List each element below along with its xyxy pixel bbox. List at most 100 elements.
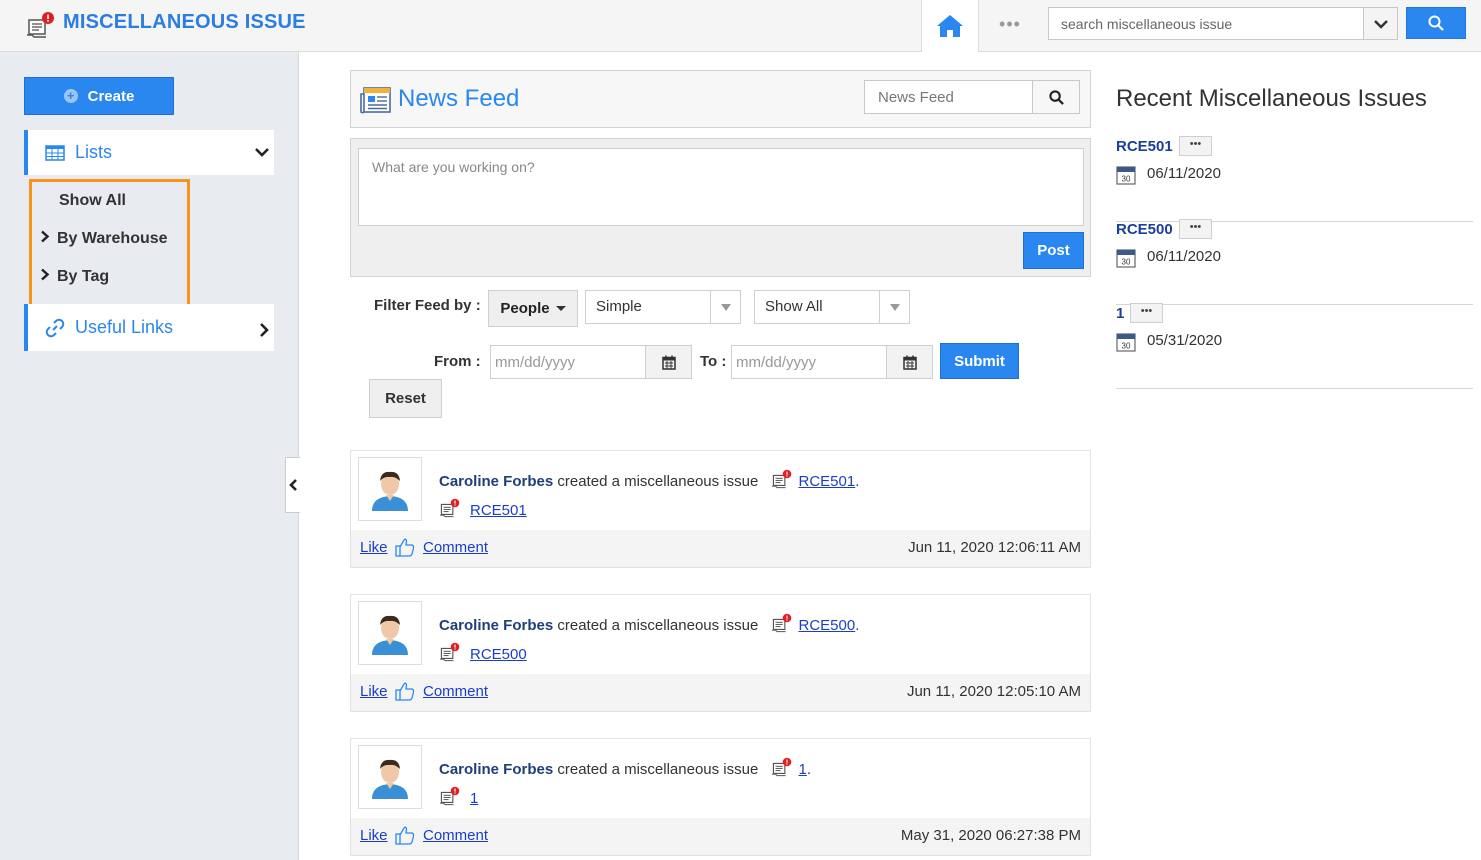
feed-user-name[interactable]: Caroline Forbes xyxy=(439,473,553,490)
submenu-item-show-all[interactable]: Show All xyxy=(59,192,126,210)
feed-attachment-link[interactable]: 1 xyxy=(470,790,478,807)
recent-issue-item: RCE501 ••• 30 06/11/2020 xyxy=(1116,136,1473,222)
comment-link[interactable]: Comment xyxy=(423,683,488,700)
svg-text:30: 30 xyxy=(1122,175,1131,184)
like-link[interactable]: Like xyxy=(360,539,388,556)
news-feed-title: News Feed xyxy=(398,85,520,112)
feed-attachment: 1 xyxy=(439,786,478,810)
recent-issue-link[interactable]: 1 xyxy=(1116,305,1124,322)
submenu-label: By Warehouse xyxy=(57,230,168,247)
chevron-down-icon xyxy=(255,148,269,157)
recent-issue-date: 06/11/2020 xyxy=(1147,248,1221,265)
post-button[interactable]: Post xyxy=(1023,232,1084,269)
recent-issue-link[interactable]: RCE501 xyxy=(1116,138,1173,155)
from-date-picker-button[interactable] xyxy=(645,345,692,379)
miscellaneous-issue-icon xyxy=(26,11,56,39)
comment-link[interactable]: Comment xyxy=(423,539,488,556)
news-feed-search-input[interactable] xyxy=(864,80,1033,114)
submenu-item-by-tag[interactable]: By Tag xyxy=(40,268,109,286)
feed-item: Caroline Forbes created a miscellaneous … xyxy=(350,450,1091,568)
home-button[interactable] xyxy=(921,0,979,52)
to-date-input[interactable] xyxy=(731,345,887,379)
news-feed-header: News Feed xyxy=(350,70,1091,128)
feed-summary: Caroline Forbes created a miscellaneous … xyxy=(439,613,859,637)
chevron-down-icon xyxy=(1373,19,1388,29)
search-input[interactable] xyxy=(1048,7,1364,40)
to-date-picker-button[interactable] xyxy=(886,345,933,379)
feed-show-select[interactable]: Show All xyxy=(754,290,910,324)
feed-attachment-link[interactable]: RCE501 xyxy=(470,502,527,519)
feed-footer: Like Comment Jun 11, 2020 12:06:11 AM xyxy=(351,530,1090,567)
reset-button[interactable]: Reset xyxy=(369,379,442,418)
table-icon xyxy=(45,145,65,166)
avatar xyxy=(358,457,422,521)
feed-issue-link[interactable]: RCE501 xyxy=(799,473,856,490)
collapse-sidebar-button[interactable] xyxy=(285,457,300,513)
feed-issue-link[interactable]: RCE500 xyxy=(799,617,856,634)
top-bar: MISCELLANEOUS ISSUE ••• xyxy=(0,0,1481,52)
from-date-input[interactable] xyxy=(490,345,646,379)
chevron-right-icon xyxy=(260,323,269,337)
recent-issue-item: 1 ••• 30 05/31/2020 xyxy=(1116,303,1473,389)
recent-issue-more-button[interactable]: ••• xyxy=(1179,219,1212,239)
miscellaneous-issue-icon xyxy=(439,786,461,810)
like-link[interactable]: Like xyxy=(360,827,388,844)
dropdown-arrow-icon xyxy=(710,291,740,323)
recent-issue-date: 06/11/2020 xyxy=(1147,165,1221,182)
calendar-icon xyxy=(661,355,676,370)
svg-text:30: 30 xyxy=(1122,342,1131,351)
people-filter-button[interactable]: People xyxy=(488,290,578,327)
feed-timestamp: Jun 11, 2020 12:06:11 AM xyxy=(908,539,1081,556)
avatar xyxy=(358,745,422,809)
recent-issue-link[interactable]: RCE500 xyxy=(1116,221,1173,238)
feed-attachment-link[interactable]: RCE500 xyxy=(470,646,527,663)
search-button[interactable] xyxy=(1406,7,1466,39)
submenu-label: By Tag xyxy=(57,268,110,285)
create-label: Create xyxy=(87,87,135,105)
miscellaneous-issue-icon xyxy=(771,613,793,637)
avatar xyxy=(358,601,422,665)
recent-issue-more-button[interactable]: ••• xyxy=(1130,303,1163,323)
thumbs-up-icon[interactable] xyxy=(395,537,415,557)
sidebar-item-lists[interactable]: Lists xyxy=(24,130,274,175)
create-button[interactable]: + Create xyxy=(24,77,174,115)
chevron-right-icon xyxy=(41,268,50,281)
calendar-icon: 30 xyxy=(1116,333,1136,357)
people-label: People xyxy=(500,300,550,317)
useful-links-label: Useful Links xyxy=(75,317,174,337)
chevron-left-icon xyxy=(289,479,297,491)
feed-user-name[interactable]: Caroline Forbes xyxy=(439,617,553,634)
app-title: MISCELLANEOUS ISSUE xyxy=(63,11,306,33)
feed-footer: Like Comment Jun 11, 2020 12:05:10 AM xyxy=(351,674,1090,711)
post-textarea[interactable] xyxy=(358,148,1084,226)
miscellaneous-issue-icon xyxy=(771,757,793,781)
submit-button[interactable]: Submit xyxy=(940,343,1019,379)
submenu-item-by-warehouse[interactable]: By Warehouse xyxy=(40,230,168,248)
post-composer: Post xyxy=(350,138,1091,277)
search-dropdown-button[interactable] xyxy=(1363,7,1398,40)
more-options-button[interactable]: ••• xyxy=(990,14,1030,34)
recent-issue-more-button[interactable]: ••• xyxy=(1179,136,1212,156)
search-icon xyxy=(1428,15,1444,31)
recent-issue-date: 05/31/2020 xyxy=(1147,332,1223,349)
comment-link[interactable]: Comment xyxy=(423,827,488,844)
thumbs-up-icon[interactable] xyxy=(395,825,415,845)
plus-icon: + xyxy=(63,89,78,103)
thumbs-up-icon[interactable] xyxy=(395,681,415,701)
news-feed-icon xyxy=(360,86,392,121)
feed-attachment: RCE501 xyxy=(439,498,527,522)
feed-summary: Caroline Forbes created a miscellaneous … xyxy=(439,469,859,493)
feed-type-select[interactable]: Simple xyxy=(585,290,741,324)
link-icon xyxy=(45,318,65,343)
news-feed-search-button[interactable] xyxy=(1032,80,1080,114)
home-icon xyxy=(937,15,963,37)
svg-text:30: 30 xyxy=(1122,258,1131,267)
feed-item: Caroline Forbes created a miscellaneous … xyxy=(350,738,1091,856)
feed-item: Caroline Forbes created a miscellaneous … xyxy=(350,594,1091,712)
feed-action-text: created a miscellaneous issue xyxy=(557,761,759,778)
sidebar-item-useful-links[interactable]: Useful Links xyxy=(24,304,274,351)
calendar-icon xyxy=(902,355,917,370)
feed-issue-link[interactable]: 1 xyxy=(799,761,807,778)
like-link[interactable]: Like xyxy=(360,683,388,700)
feed-user-name[interactable]: Caroline Forbes xyxy=(439,761,553,778)
